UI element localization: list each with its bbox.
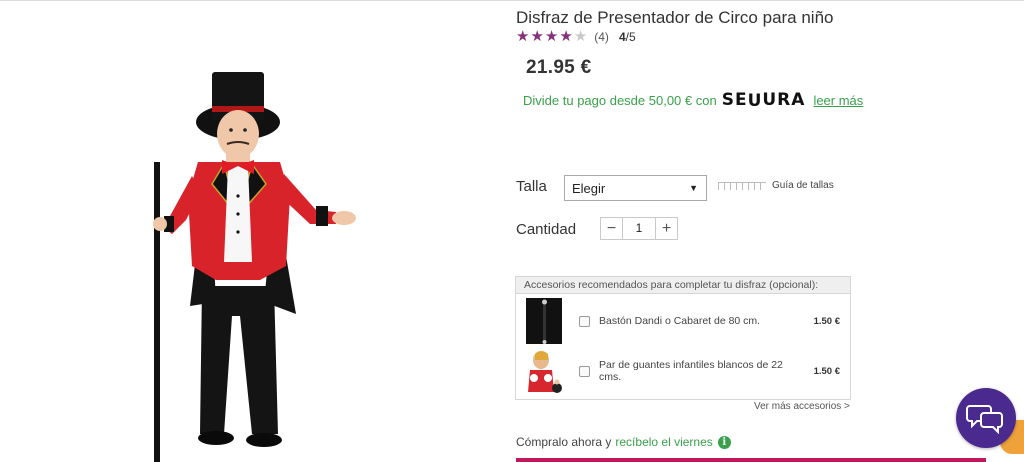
star-icon: ★ xyxy=(516,28,530,45)
quantity-label: Cantidad xyxy=(516,221,577,238)
financing-info: Divide tu pago desde 50,00 € con SEUURA … xyxy=(523,90,863,111)
star-icon: ★ xyxy=(530,28,544,45)
top-divider xyxy=(0,0,1024,1)
ruler-icon xyxy=(718,181,766,190)
add-to-cart-button[interactable] xyxy=(516,458,986,462)
star-empty-icon: ★ xyxy=(573,28,588,45)
chat-button[interactable] xyxy=(956,388,1016,448)
quantity-decrease-button[interactable]: − xyxy=(601,218,622,239)
accessory-name: Bastón Dandi o Cabaret de 80 cm. xyxy=(599,315,761,327)
accessories-header: Accesorios recomendados para completar t… xyxy=(516,277,850,294)
rating-score: 4/5 xyxy=(619,30,636,44)
accessories-box: Accesorios recomendados para completar t… xyxy=(515,276,851,400)
rating-score-max: /5 xyxy=(625,29,636,44)
size-label: Talla xyxy=(516,178,547,195)
quantity-input[interactable]: 1 xyxy=(622,218,656,239)
delivery-info: Cómpralo ahora y recíbelo el viernes i xyxy=(516,435,731,449)
quantity-stepper: − 1 + xyxy=(600,217,678,240)
financing-text: Divide tu pago desde 50,00 € con xyxy=(523,92,717,108)
delivery-date: recíbelo el viernes xyxy=(615,435,713,449)
size-guide-link[interactable]: Guía de tallas xyxy=(718,180,834,191)
size-select[interactable]: Elegir ▼ xyxy=(564,175,707,201)
size-select-value: Elegir xyxy=(572,180,606,196)
product-image[interactable] xyxy=(140,66,370,462)
accessory-item: Bastón Dandi o Cabaret de 80 cm. 1.50 € xyxy=(516,297,850,345)
sequra-logo: SEUURA xyxy=(721,90,806,111)
accessory-name: Par de guantes infantiles blancos de 22 … xyxy=(599,359,783,383)
sequra-logo-part-c: URA xyxy=(762,90,806,110)
review-count[interactable]: (4) xyxy=(594,30,609,44)
quantity-increase-button[interactable]: + xyxy=(656,218,677,239)
accessory-checkbox[interactable] xyxy=(579,315,590,327)
rating-score-value: 4 xyxy=(618,29,626,44)
accessory-checkbox[interactable] xyxy=(579,365,590,377)
accessory-price: 1.50 € xyxy=(813,365,840,377)
sequra-logo-part-a: SE xyxy=(721,90,748,110)
product-rating[interactable]: ★ ★ ★ ★ ★ (4) 4/5 xyxy=(516,29,636,44)
sequra-logo-part-b: U xyxy=(747,91,763,111)
product-price: 21.95 € xyxy=(526,57,592,78)
product-title: Disfraz de Presentador de Circo para niñ… xyxy=(516,8,834,27)
star-icon: ★ xyxy=(559,28,573,45)
size-guide-label: Guía de tallas xyxy=(772,180,834,191)
chat-bubbles-icon xyxy=(966,405,1003,434)
financing-read-more-link[interactable]: leer más xyxy=(813,93,863,108)
delivery-text: Cómpralo ahora y xyxy=(516,435,612,449)
info-icon[interactable]: i xyxy=(717,435,731,449)
more-accessories-link[interactable]: Ver más accesorios > xyxy=(754,401,850,412)
accessory-item: Par de guantes infantiles blancos de 22 … xyxy=(516,347,850,395)
gloves-thumbnail xyxy=(526,348,562,394)
accessory-price: 1.50 € xyxy=(813,315,840,327)
rating-stars: ★ ★ ★ ★ ★ xyxy=(516,29,588,44)
star-icon: ★ xyxy=(544,28,559,45)
cane-thumbnail xyxy=(526,298,562,344)
dropdown-arrow-icon: ▼ xyxy=(689,183,698,193)
